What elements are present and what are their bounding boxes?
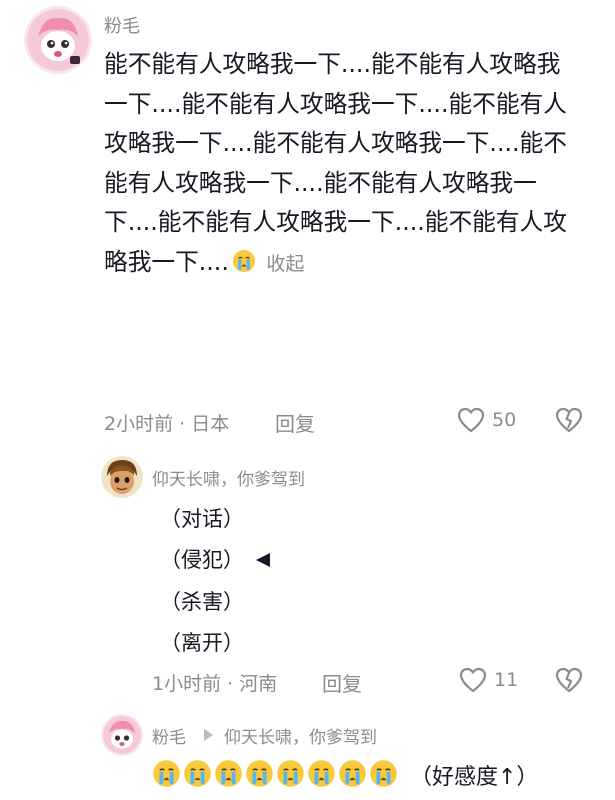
loudly-crying-icon — [152, 759, 181, 792]
loudly-crying-icon — [245, 759, 274, 792]
loudly-crying-icon — [276, 759, 305, 792]
dialogue-option: （杀害） — [160, 590, 244, 614]
reply-button[interactable]: 回复 — [275, 408, 315, 437]
comment-username[interactable]: 仰天长啸，你爹驾到 — [152, 465, 305, 490]
comment-meta: 1小时前 · 河南 — [152, 673, 278, 695]
loudly-crying-icon — [214, 759, 243, 792]
like-count: 50 — [492, 409, 517, 431]
loudly-crying-icon — [232, 246, 256, 286]
heart-icon[interactable] — [456, 406, 486, 434]
comment-text: 能不能有人攻略我一下....能不能有人攻略我一下....能不能有人攻略我一下..… — [104, 45, 572, 286]
loudly-crying-icon — [338, 759, 367, 792]
dislike-icon[interactable] — [554, 666, 584, 694]
comment-username[interactable]: 粉毛 — [152, 723, 186, 748]
like-count: 11 — [494, 669, 519, 691]
comment-meta: 2小时前 · 日本 — [104, 413, 230, 435]
avatar[interactable] — [101, 714, 143, 756]
dialogue-option: （对话） — [160, 507, 244, 531]
collapse-link[interactable]: 收起 — [266, 253, 304, 275]
comment-body: （好感度↑） — [410, 765, 539, 790]
comment-username[interactable]: 粉毛 — [104, 12, 140, 38]
dialogue-option: （离开） — [160, 631, 244, 655]
loudly-crying-icon — [183, 759, 212, 792]
loudly-crying-icon — [307, 759, 336, 792]
avatar[interactable] — [101, 456, 143, 498]
comment-text: （好感度↑） — [152, 760, 538, 790]
comment-body: 能不能有人攻略我一下....能不能有人攻略我一下....能不能有人攻略我一下..… — [104, 50, 567, 276]
reply-button[interactable]: 回复 — [322, 668, 362, 697]
reply-target-username[interactable]: 仰天长啸，你爹驾到 — [224, 723, 377, 748]
dislike-icon[interactable] — [554, 406, 584, 434]
selection-arrow-icon — [256, 553, 270, 567]
loudly-crying-icon — [369, 759, 398, 792]
dialogue-option-selected: （侵犯） — [160, 548, 244, 572]
reply-arrow-icon — [204, 729, 213, 741]
heart-icon[interactable] — [458, 666, 488, 694]
avatar[interactable] — [24, 6, 92, 74]
